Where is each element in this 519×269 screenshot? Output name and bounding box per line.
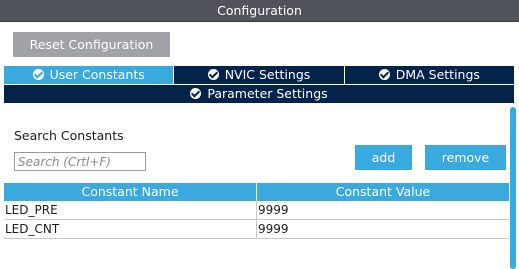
- tab-label: Parameter Settings: [207, 86, 328, 101]
- remove-button[interactable]: remove: [425, 145, 506, 170]
- check-circle-icon: [207, 69, 219, 80]
- constant-name-cell[interactable]: LED_CNT: [4, 220, 257, 238]
- search-constants-label: Search Constants: [14, 128, 124, 143]
- check-circle-icon: [190, 88, 202, 99]
- tab-label: DMA Settings: [395, 67, 480, 82]
- tab-dma-settings[interactable]: DMA Settings: [344, 66, 514, 84]
- column-header-constant-value[interactable]: Constant Value: [257, 183, 509, 201]
- constant-value-cell[interactable]: 9999: [257, 201, 509, 219]
- tab-parameter-settings[interactable]: Parameter Settings: [4, 85, 514, 103]
- table-header: Constant Name Constant Value: [4, 183, 509, 201]
- tab-label: User Constants: [49, 67, 145, 82]
- column-header-constant-name[interactable]: Constant Name: [4, 183, 257, 201]
- check-circle-icon: [378, 69, 390, 80]
- tab-user-constants[interactable]: User Constants: [4, 66, 175, 84]
- tab-row-bottom: Parameter Settings: [4, 84, 514, 103]
- constant-value-cell[interactable]: 9999: [257, 220, 509, 238]
- tab-label: NVIC Settings: [224, 67, 311, 82]
- add-button[interactable]: add: [355, 145, 412, 170]
- window-title-bar: Configuration: [0, 0, 519, 22]
- check-circle-icon: [32, 69, 44, 80]
- config-tabs: User Constants NVIC Settings DMA Setting…: [4, 66, 514, 103]
- reset-configuration-button[interactable]: Reset Configuration: [13, 32, 170, 57]
- vertical-scrollbar-thumb[interactable]: [510, 107, 516, 269]
- constant-name-cell[interactable]: LED_PRE: [4, 201, 257, 219]
- search-input[interactable]: [14, 152, 146, 171]
- tab-row-top: User Constants NVIC Settings DMA Setting…: [4, 66, 514, 84]
- tab-nvic-settings[interactable]: NVIC Settings: [174, 66, 345, 84]
- constants-table: Constant Name Constant Value LED_PRE 999…: [4, 183, 509, 239]
- table-row[interactable]: LED_CNT 9999: [4, 220, 509, 239]
- window-title: Configuration: [217, 3, 302, 18]
- table-row[interactable]: LED_PRE 9999: [4, 201, 509, 220]
